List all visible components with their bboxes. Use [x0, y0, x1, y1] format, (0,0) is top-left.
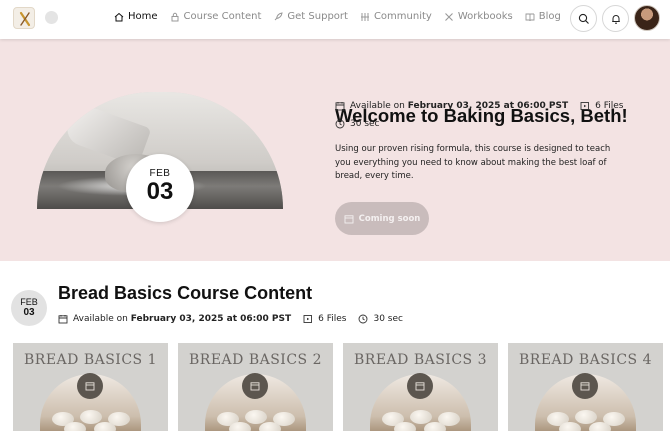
book-icon — [525, 12, 535, 22]
calendar-icon — [407, 373, 433, 399]
top-navigation: Home Course Content Get Support Communit… — [0, 0, 670, 39]
coming-soon-button[interactable]: Coming soon — [335, 202, 429, 235]
hero-section: FEB 03 Welcome to Baking Basics, Beth! A… — [0, 39, 670, 261]
duration-row: 30 sec — [335, 119, 380, 129]
calendar-icon — [242, 373, 268, 399]
nav-item-course-content[interactable]: Course Content — [170, 11, 262, 22]
calendar-icon — [572, 373, 598, 399]
nav-item-blog[interactable]: Blog — [525, 11, 561, 22]
date-month: FEB — [20, 297, 38, 307]
course-card[interactable]: BREAD BASICS 2 — [178, 343, 333, 431]
nav-item-label: Course Content — [183, 11, 262, 22]
course-card[interactable]: BREAD BASICS 3 — [343, 343, 498, 431]
available-prefix: Available on — [350, 101, 405, 111]
status-dot — [45, 11, 58, 24]
calendar-icon — [344, 214, 354, 224]
card-title: BREAD BASICS 3 — [353, 352, 487, 368]
calendar-icon — [77, 373, 103, 399]
files-count: 6 Files — [318, 314, 347, 324]
calendar-icon — [58, 314, 68, 324]
lock-icon — [170, 12, 180, 22]
calendar-icon — [335, 101, 345, 111]
course-description: Using our proven rising formula, this co… — [335, 144, 611, 181]
section-meta-row: Available on February 03, 2025 at 06:00 … — [58, 314, 403, 324]
course-card[interactable]: BREAD BASICS 1 — [13, 343, 168, 431]
available-date: February 03, 2025 at 06:00 PST — [407, 101, 569, 111]
availability-row: Available on February 03, 2025 at 06:00 … — [335, 101, 623, 111]
files-icon — [580, 101, 590, 111]
date-badge: FEB 03 — [126, 154, 194, 222]
nav-item-home[interactable]: Home — [114, 11, 158, 22]
search-icon — [578, 13, 589, 24]
files-icon — [303, 314, 313, 324]
card-title: BREAD BASICS 4 — [518, 352, 652, 368]
clock-icon — [335, 119, 345, 129]
duration: 30 sec — [373, 314, 403, 324]
nav-item-label: Home — [128, 11, 158, 22]
rocket-icon — [273, 11, 284, 22]
tools-icon — [444, 12, 454, 22]
bell-icon — [612, 15, 620, 24]
date-day: 03 — [146, 178, 174, 205]
search-button[interactable] — [570, 5, 597, 32]
nav-item-workbooks[interactable]: Workbooks — [444, 11, 513, 22]
files-count: 6 Files — [595, 101, 624, 111]
community-icon — [360, 12, 370, 22]
nav-item-label: Get Support — [287, 11, 348, 22]
section-date-badge: FEB 03 — [11, 290, 47, 326]
nav-item-label: Community — [373, 11, 432, 22]
nav-item-label: Workbooks — [457, 11, 513, 22]
nav-menu: Home Course Content Get Support Communit… — [114, 11, 573, 22]
available-date: February 03, 2025 at 06:00 PST — [130, 314, 292, 324]
avatar[interactable] — [634, 5, 660, 31]
course-card[interactable]: BREAD BASICS 4 — [508, 343, 663, 431]
nav-item-community[interactable]: Community — [360, 11, 432, 22]
nav-item-label: Blog — [538, 11, 561, 22]
section-title: Bread Basics Course Content — [58, 283, 313, 303]
notifications-button[interactable] — [602, 5, 629, 32]
duration: 30 sec — [350, 119, 380, 129]
nav-item-get-support[interactable]: Get Support — [273, 11, 348, 22]
date-day: 03 — [23, 307, 35, 318]
card-title: BREAD BASICS 1 — [23, 352, 157, 368]
card-title: BREAD BASICS 2 — [188, 352, 322, 368]
button-label: Coming soon — [358, 213, 421, 224]
logo[interactable] — [13, 7, 35, 29]
home-icon — [114, 12, 124, 22]
available-prefix: Available on — [73, 314, 128, 324]
clock-icon — [358, 314, 368, 324]
